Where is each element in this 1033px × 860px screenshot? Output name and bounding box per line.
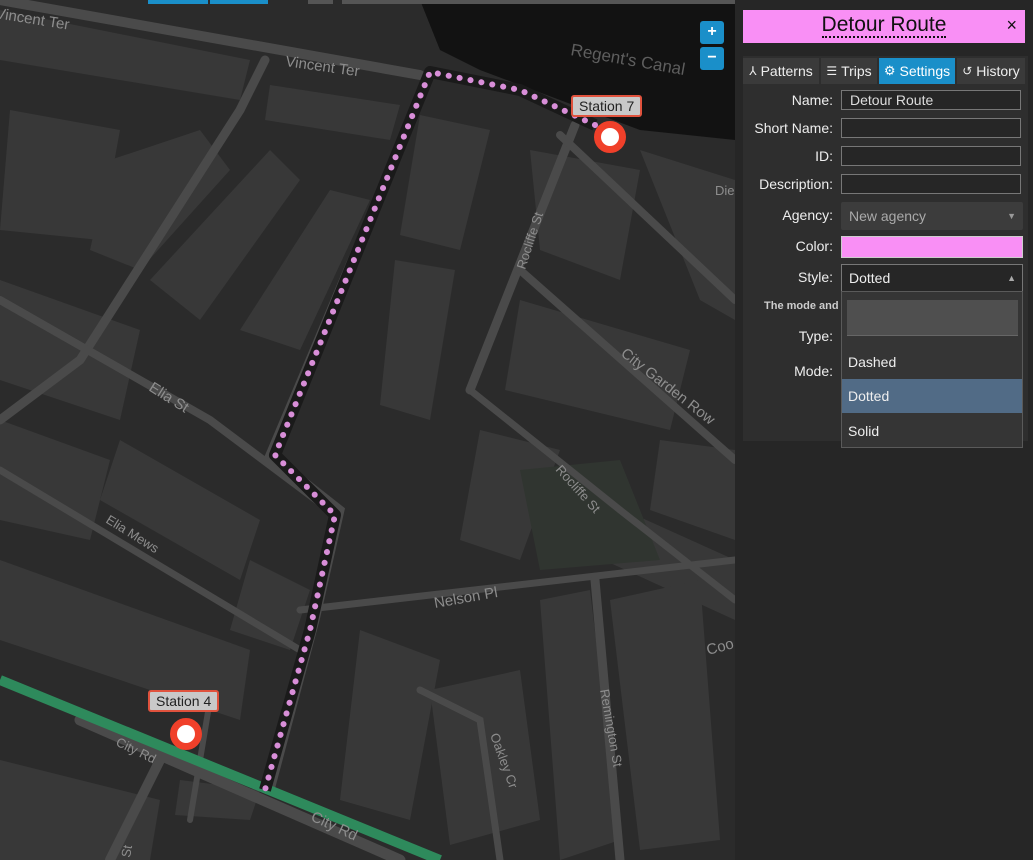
pattern-icon: ⅄: [749, 64, 757, 78]
color-picker[interactable]: [841, 236, 1023, 258]
agency-value: New agency: [849, 208, 927, 224]
style-select[interactable]: Dotted ▲: [841, 264, 1023, 292]
close-icon[interactable]: ×: [1006, 15, 1017, 36]
map-toolbar-fragment: [342, 0, 735, 4]
route-title[interactable]: Detour Route: [821, 13, 947, 38]
station-label: Station 4: [148, 690, 220, 712]
name-label: Name:: [791, 92, 833, 108]
style-option-solid[interactable]: Solid: [842, 414, 1022, 448]
tab-patterns[interactable]: ⅄ Patterns: [743, 58, 819, 84]
zoom-in-button[interactable]: +: [700, 21, 724, 44]
street-label-vincent-ter-b: Vincent Ter: [284, 53, 360, 80]
history-icon: ↺: [962, 64, 973, 78]
type-label: Type:: [798, 328, 833, 344]
mode-helper-text: The mode and t: [764, 300, 842, 312]
station-marker[interactable]: [170, 718, 202, 750]
park: [520, 460, 660, 570]
list-icon: ☰: [826, 64, 838, 78]
name-field[interactable]: Detour Route: [841, 90, 1021, 110]
style-value: Dotted: [849, 270, 891, 286]
street-label-elia-st: Elia St: [146, 379, 192, 417]
tab-trips[interactable]: ☰ Trips: [821, 58, 877, 84]
tab-label: History: [976, 63, 1020, 79]
description-label: Description:: [759, 176, 833, 192]
style-dropdown-menu: Dashed Dotted Solid: [841, 291, 1023, 448]
id-field[interactable]: [841, 146, 1021, 166]
agency-label: Agency:: [782, 207, 833, 223]
panel-tabs: ⅄ Patterns ☰ Trips ⚙ Settings ↺ History: [743, 58, 1025, 84]
dropdown-search-input[interactable]: [847, 300, 1018, 336]
zoom-out-button[interactable]: −: [700, 47, 724, 70]
short-name-field[interactable]: [841, 118, 1021, 138]
street-label-dies: Die: [715, 183, 735, 198]
mode-label: Mode:: [794, 363, 833, 379]
map-view[interactable]: Vincent Ter Vincent Ter Regent's Canal R…: [0, 0, 735, 860]
station-marker[interactable]: [594, 121, 626, 153]
description-field[interactable]: [841, 174, 1021, 194]
map-canvas[interactable]: Vincent Ter Vincent Ter Regent's Canal R…: [0, 0, 735, 860]
id-label: ID:: [815, 148, 833, 164]
tab-label: Settings: [899, 63, 951, 79]
style-option-dashed[interactable]: Dashed: [842, 345, 1022, 379]
map-toolbar-fragment: [210, 0, 268, 4]
tab-settings[interactable]: ⚙ Settings: [879, 58, 955, 84]
style-option-dotted[interactable]: Dotted: [842, 379, 1022, 413]
tab-label: Patterns: [760, 63, 813, 79]
chevron-up-icon: ▲: [1007, 273, 1016, 283]
chevron-down-icon: ▼: [1007, 211, 1016, 221]
station-label: Station 7: [571, 95, 643, 117]
gear-icon: ⚙: [883, 63, 896, 78]
short-name-label: Short Name:: [754, 120, 833, 136]
route-title-bar: Detour Route ×: [743, 10, 1025, 43]
map-toolbar-fragment: [308, 0, 333, 4]
style-label: Style:: [797, 269, 833, 285]
street-label-coo: Coo: [705, 635, 735, 659]
tab-history[interactable]: ↺ History: [957, 58, 1025, 84]
agency-select[interactable]: New agency ▼: [841, 202, 1023, 230]
map-toolbar-fragment: [148, 0, 208, 4]
tab-label: Trips: [841, 63, 872, 79]
color-label: Color:: [795, 238, 833, 254]
